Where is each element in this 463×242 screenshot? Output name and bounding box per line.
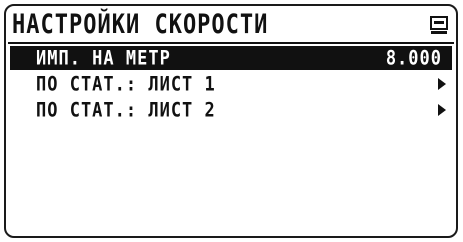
arrow-right-icon: [438, 104, 446, 116]
screen-title: НАСТРОЙКИ СКОРОСТИ: [12, 10, 269, 40]
menu-item-value: 8.000: [385, 47, 442, 70]
menu-item-stat-sheet-1[interactable]: ПО СТАТ.: ЛИСТ 1: [10, 72, 452, 96]
settings-menu: ИМП. НА МЕТР 8.000 ПО СТАТ.: ЛИСТ 1 ПО С…: [10, 46, 452, 124]
arrow-right-icon: [438, 78, 446, 90]
menu-item-label: ИМП. НА МЕТР: [36, 47, 171, 70]
menu-item-stat-sheet-2[interactable]: ПО СТАТ.: ЛИСТ 2: [10, 98, 452, 122]
title-bar: НАСТРОЙКИ СКОРОСТИ: [6, 6, 456, 44]
device-screen: НАСТРОЙКИ СКОРОСТИ ИМП. НА МЕТР 8.000 ПО…: [4, 4, 458, 238]
menu-item-label: ПО СТАТ.: ЛИСТ 2: [36, 99, 216, 122]
menu-item-pulses-per-meter[interactable]: ИМП. НА МЕТР 8.000: [10, 46, 452, 70]
exit-icon[interactable]: [430, 16, 448, 36]
title-divider: [8, 42, 454, 44]
menu-item-label: ПО СТАТ.: ЛИСТ 1: [36, 73, 216, 96]
